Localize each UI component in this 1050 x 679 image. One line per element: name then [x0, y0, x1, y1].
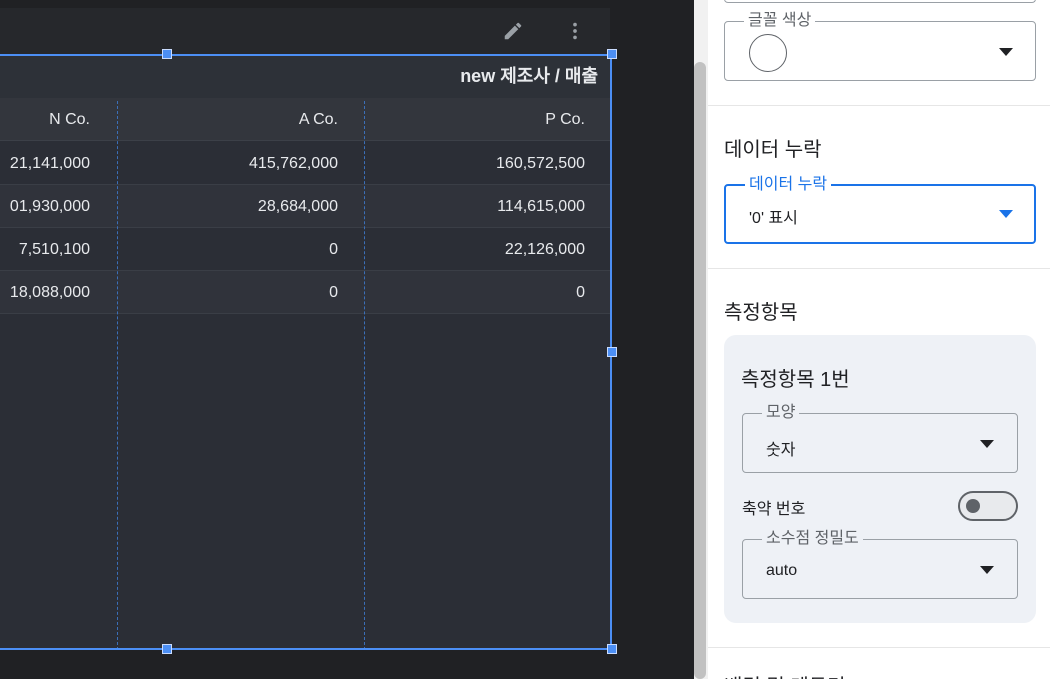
table-cell: 0	[329, 284, 338, 301]
table-cell: 415,762,000	[249, 155, 338, 172]
table-cell: 0	[329, 241, 338, 258]
style-properties-panel: 글꼴 색상 데이터 누락 데이터 누락 '0' 표시 측정항목 측정항목 1번 …	[708, 0, 1050, 679]
toggle-knob	[966, 499, 980, 513]
column-header[interactable]: A Co.	[118, 98, 338, 141]
section-title-background-border: 배경 및 테두리	[724, 670, 846, 679]
table-cell: 160,572,500	[496, 155, 585, 172]
section-divider	[708, 268, 1050, 269]
missing-data-dropdown[interactable]: 데이터 누락 '0' 표시	[724, 175, 1036, 244]
column-divider	[117, 101, 118, 650]
table-cell: 22,126,000	[504, 241, 585, 258]
table-cell: 01,930,000	[9, 198, 90, 215]
table-row: 21,141,000 415,762,000 160,572,500	[0, 142, 610, 185]
table-cell: 21,141,000	[9, 155, 90, 172]
metric-card: 측정항목 1번 모양 숫자 축약 번호 소수점 정밀도 auto	[724, 335, 1036, 623]
field-label: 글꼴 색상	[744, 11, 816, 31]
font-color-dropdown[interactable]: 글꼴 색상	[724, 11, 1036, 81]
chart-toolbar	[0, 8, 610, 54]
table-cell: 0	[576, 284, 585, 301]
table-row: 7,510,100 0 22,126,000	[0, 228, 610, 271]
decimal-precision-dropdown[interactable]: 소수점 정밀도 auto	[742, 529, 1018, 599]
color-swatch[interactable]	[749, 34, 787, 72]
column-divider	[364, 101, 365, 650]
compact-numbers-toggle[interactable]	[958, 491, 1018, 521]
table-cell: 114,615,000	[497, 198, 585, 215]
section-title-metrics: 측정항목	[724, 302, 798, 324]
field-value: 숫자	[766, 442, 796, 459]
section-divider	[708, 647, 1050, 648]
field-value: auto	[766, 562, 798, 579]
table-row: 01,930,000 28,684,000 114,615,000	[0, 185, 610, 228]
section-divider	[708, 105, 1050, 106]
field-label: 데이터 누락	[745, 175, 832, 195]
dropdown-arrow-icon	[999, 210, 1013, 218]
dropdown-arrow-icon	[980, 566, 994, 574]
dropdown-arrow-icon	[980, 440, 994, 448]
metric-card-title: 측정항목 1번	[741, 369, 850, 391]
table-cell: 28,684,000	[257, 198, 338, 215]
field-label: 모양	[762, 403, 800, 423]
resize-handle-bottom[interactable]	[162, 644, 172, 654]
dropdown-arrow-icon	[999, 48, 1013, 56]
pencil-icon[interactable]	[500, 18, 526, 44]
pivot-table[interactable]: new 제조사 / 매출 N Co. A Co. P Co. 21,141,00…	[0, 54, 610, 650]
table-cell: 7,510,100	[18, 241, 90, 258]
table-cell: 18,088,000	[9, 284, 90, 301]
report-canvas: new 제조사 / 매출 N Co. A Co. P Co. 21,141,00…	[0, 0, 694, 679]
resize-handle-top-right[interactable]	[607, 49, 617, 59]
compact-numbers-label: 축약 번호	[742, 501, 806, 518]
previous-field[interactable]	[724, 0, 1036, 3]
section-title-missing-data: 데이터 누락	[724, 139, 822, 161]
field-label: 소수점 정밀도	[762, 529, 863, 549]
resize-handle-right[interactable]	[607, 347, 617, 357]
table-chart-card[interactable]: new 제조사 / 매출 N Co. A Co. P Co. 21,141,00…	[0, 8, 610, 650]
field-value: '0' 표시	[749, 210, 798, 227]
panel-scrollbar-thumb[interactable]	[694, 62, 706, 679]
resize-handle-bottom-right[interactable]	[607, 644, 617, 654]
column-header[interactable]: P Co.	[365, 98, 585, 141]
column-header[interactable]: N Co.	[0, 98, 90, 141]
resize-handle-top[interactable]	[162, 49, 172, 59]
table-title: new 제조사 / 매출	[0, 54, 610, 98]
more-vert-icon[interactable]	[562, 18, 588, 44]
table-row: 18,088,000 0 0	[0, 271, 610, 314]
table-header-row: N Co. A Co. P Co.	[0, 98, 610, 141]
shape-dropdown[interactable]: 모양 숫자	[742, 403, 1018, 473]
